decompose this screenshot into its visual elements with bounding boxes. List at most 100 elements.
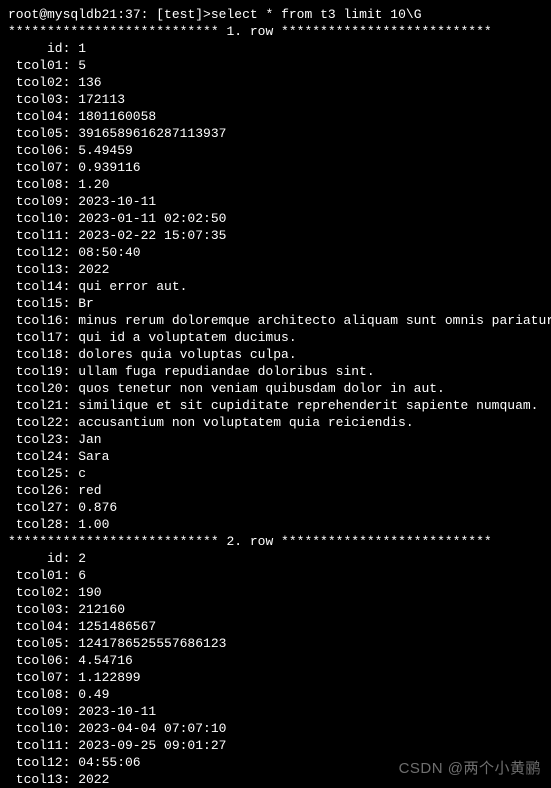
field-name-tcol11: tcol11: [8, 227, 63, 244]
field-value-tcol22: accusantium non voluptatem quia reiciend…: [78, 415, 413, 430]
field-line: tcol05: 1241786525557686123: [8, 635, 543, 652]
field-value-tcol23: Jan: [78, 432, 101, 447]
field-value-tcol15: Br: [78, 296, 94, 311]
field-line: tcol24: Sara: [8, 448, 543, 465]
field-value-tcol27: 0.876: [78, 500, 117, 515]
field-colon: :: [63, 670, 79, 685]
prompt-user-host: root@mysqldb21:37:: [8, 7, 148, 22]
row-separator-2: *************************** 2. row *****…: [8, 533, 543, 550]
row-separator-1: *************************** 1. row *****…: [8, 23, 543, 40]
field-line: tcol03: 172113: [8, 91, 543, 108]
field-name-tcol10: tcol10: [8, 210, 63, 227]
field-line: tcol18: dolores quia voluptas culpa.: [8, 346, 543, 363]
field-line: tcol14: qui error aut.: [8, 278, 543, 295]
field-name-tcol25: tcol25: [8, 465, 63, 482]
field-colon: :: [63, 721, 79, 736]
field-value-tcol08: 1.20: [78, 177, 109, 192]
field-value-tcol19: ullam fuga repudiandae doloribus sint.: [78, 364, 374, 379]
field-value-tcol06: 4.54716: [78, 653, 133, 668]
field-line: tcol10: 2023-01-11 02:02:50: [8, 210, 543, 227]
field-colon: :: [63, 109, 79, 124]
field-colon: :: [63, 313, 79, 328]
field-colon: :: [63, 381, 79, 396]
field-line: tcol10: 2023-04-04 07:07:10: [8, 720, 543, 737]
field-line: tcol23: Jan: [8, 431, 543, 448]
field-value-tcol24: Sara: [78, 449, 109, 464]
field-line: tcol22: accusantium non voluptatem quia …: [8, 414, 543, 431]
shell-prompt[interactable]: root@mysqldb21:37: [test]>select * from …: [8, 6, 543, 23]
sep-stars-right: ***************************: [273, 24, 491, 39]
field-colon: :: [63, 466, 79, 481]
field-colon: :: [63, 279, 79, 294]
field-value-tcol01: 6: [78, 568, 86, 583]
field-name-tcol12: tcol12: [8, 244, 63, 261]
field-name-tcol05: tcol05: [8, 125, 63, 142]
prompt-db: [test]>: [156, 7, 211, 22]
field-value-tcol12: 04:55:06: [78, 755, 140, 770]
field-colon: :: [63, 432, 79, 447]
field-name-tcol10: tcol10: [8, 720, 63, 737]
field-name-tcol28: tcol28: [8, 516, 63, 533]
field-line: tcol05: 3916589616287113937: [8, 125, 543, 142]
field-line: tcol09: 2023-10-11: [8, 193, 543, 210]
field-colon: :: [63, 585, 79, 600]
field-line: tcol06: 5.49459: [8, 142, 543, 159]
result-row-2: id: 2tcol01: 6tcol02: 190tcol03: 212160t…: [8, 550, 543, 788]
field-colon: :: [63, 211, 79, 226]
field-value-tcol03: 172113: [78, 92, 125, 107]
field-name-id: id: [8, 550, 63, 567]
field-colon: :: [63, 92, 79, 107]
field-colon: :: [63, 500, 79, 515]
field-colon: :: [63, 75, 79, 90]
field-value-tcol13: 2022: [78, 772, 109, 787]
field-colon: :: [63, 228, 79, 243]
field-value-tcol18: dolores quia voluptas culpa.: [78, 347, 296, 362]
field-name-tcol07: tcol07: [8, 159, 63, 176]
field-colon: :: [63, 262, 79, 277]
field-value-id: 2: [78, 551, 86, 566]
field-value-tcol03: 212160: [78, 602, 125, 617]
field-value-tcol20: quos tenetur non veniam quibusdam dolor …: [78, 381, 445, 396]
field-colon: :: [63, 143, 79, 158]
field-value-tcol14: qui error aut.: [78, 279, 187, 294]
field-value-tcol02: 190: [78, 585, 101, 600]
field-name-tcol13: tcol13: [8, 771, 63, 788]
field-value-id: 1: [78, 41, 86, 56]
field-value-tcol01: 5: [78, 58, 86, 73]
field-name-tcol14: tcol14: [8, 278, 63, 295]
sep-label: 1. row: [226, 24, 273, 39]
field-value-tcol02: 136: [78, 75, 101, 90]
field-name-tcol23: tcol23: [8, 431, 63, 448]
field-name-tcol02: tcol02: [8, 74, 63, 91]
field-name-tcol03: tcol03: [8, 601, 63, 618]
field-name-tcol09: tcol09: [8, 703, 63, 720]
field-line: tcol12: 08:50:40: [8, 244, 543, 261]
field-name-tcol24: tcol24: [8, 448, 63, 465]
field-line: tcol07: 1.122899: [8, 669, 543, 686]
field-colon: :: [63, 636, 79, 651]
field-line: tcol27: 0.876: [8, 499, 543, 516]
field-line: tcol20: quos tenetur non veniam quibusda…: [8, 380, 543, 397]
field-line: tcol02: 136: [8, 74, 543, 91]
field-colon: :: [63, 364, 79, 379]
field-name-tcol11: tcol11: [8, 737, 63, 754]
sep-label: 2. row: [226, 534, 273, 549]
field-value-tcol17: qui id a voluptatem ducimus.: [78, 330, 296, 345]
field-line: tcol25: c: [8, 465, 543, 482]
field-value-tcol12: 08:50:40: [78, 245, 140, 260]
field-name-tcol12: tcol12: [8, 754, 63, 771]
field-colon: :: [63, 755, 79, 770]
field-name-tcol22: tcol22: [8, 414, 63, 431]
field-value-tcol04: 1801160058: [78, 109, 156, 124]
field-line: tcol16: minus rerum doloremque architect…: [8, 312, 543, 329]
field-value-tcol10: 2023-01-11 02:02:50: [78, 211, 226, 226]
field-line: tcol19: ullam fuga repudiandae doloribus…: [8, 363, 543, 380]
field-colon: :: [63, 568, 79, 583]
field-name-tcol16: tcol16: [8, 312, 63, 329]
field-value-tcol05: 3916589616287113937: [78, 126, 226, 141]
field-value-tcol11: 2023-02-22 15:07:35: [78, 228, 226, 243]
field-value-tcol09: 2023-10-11: [78, 194, 156, 209]
field-colon: :: [63, 653, 79, 668]
field-colon: :: [63, 41, 79, 56]
field-line: tcol11: 2023-09-25 09:01:27: [8, 737, 543, 754]
